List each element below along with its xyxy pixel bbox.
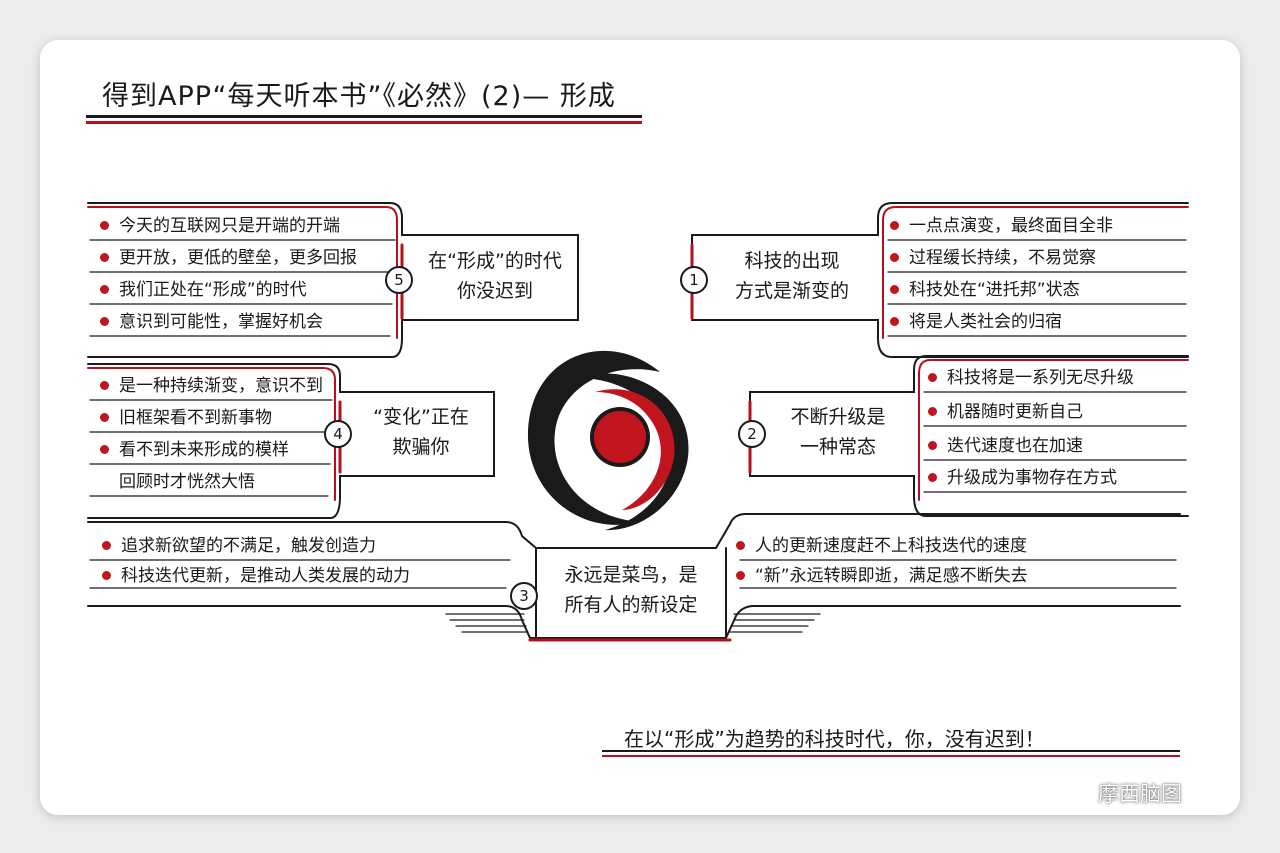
branch-5-item-1: 今天的互联网只是开端的开端 xyxy=(100,216,340,236)
bullet-dot xyxy=(890,252,899,262)
branch-5-heading-line-2: 你没迟到 xyxy=(456,280,533,302)
branch-4-heading-line-1: “变化”正在 xyxy=(373,406,469,428)
watermark-text: 摩西脑图 xyxy=(1098,782,1182,806)
bullet-dot xyxy=(890,220,899,230)
branch-2-heading-line-1: 不断升级是 xyxy=(790,406,886,428)
mindmap-card: 得到APP“每天听本书”《必然》(2)— 形成 5 在“形成”的时代 你没迟到 … xyxy=(40,40,1240,815)
bullet-dot xyxy=(928,372,937,382)
branch-4-item-4: 回顾时才恍然大悟 xyxy=(119,472,255,492)
branch-3-left-item-2: 科技迭代更新，是推动人类发展的动力 xyxy=(102,566,410,586)
branch-number-3: 3 xyxy=(510,582,538,610)
bullet-dot xyxy=(890,316,899,326)
branch-2-item-4: 升级成为事物存在方式 xyxy=(928,468,1117,488)
bullet-dot xyxy=(736,570,745,580)
bullet-dot xyxy=(890,284,899,294)
branch-3-heading: 永远是菜鸟，是 所有人的新设定 xyxy=(540,560,722,620)
branch-2-item-2: 机器随时更新自己 xyxy=(928,402,1083,422)
branch-5-item-3: 我们正处在“形成”的时代 xyxy=(100,280,307,300)
footer-underline xyxy=(602,750,1180,752)
center-emblem xyxy=(527,350,689,531)
branch-4-heading-line-2: 欺骗你 xyxy=(392,436,450,458)
bullet-dot xyxy=(102,540,111,550)
bullet-dot xyxy=(102,570,111,580)
footer-underline-red xyxy=(602,755,1180,757)
branch-5-item-2: 更开放，更低的壁垒，更多回报 xyxy=(100,248,357,268)
branch-1-heading-line-2: 方式是渐变的 xyxy=(734,280,849,302)
branch-2-item-3: 迭代速度也在加速 xyxy=(928,436,1083,456)
branch-4-item-1: 是一种持续渐变，意识不到 xyxy=(100,376,323,396)
branch-5-heading-line-1: 在“形成”的时代 xyxy=(428,250,562,272)
branch-number-2: 2 xyxy=(738,420,766,448)
branch-4-heading: “变化”正在 欺骗你 xyxy=(356,402,486,462)
bullet-dot xyxy=(928,406,937,416)
branch-5-item-4: 意识到可能性，掌握好机会 xyxy=(100,312,323,332)
footer-text: 在以“形成”为趋势的科技时代，你，没有迟到！ xyxy=(624,727,1045,751)
branch-1-heading: 科技的出现 方式是渐变的 xyxy=(712,246,872,306)
branch-3-right-item-1: 人的更新速度赶不上科技迭代的速度 xyxy=(736,536,1027,556)
bullet-dot xyxy=(736,540,745,550)
bullet-dot xyxy=(928,440,937,450)
branch-3-heading-line-1: 永远是菜鸟，是 xyxy=(564,564,698,586)
branch-1-heading-line-1: 科技的出现 xyxy=(744,250,840,272)
bullet-dot xyxy=(100,284,109,294)
branch-number-1: 1 xyxy=(680,266,708,294)
branch-5-heading: 在“形成”的时代 你没迟到 xyxy=(420,246,570,306)
branch-number-4: 4 xyxy=(324,420,352,448)
bullet-dot xyxy=(100,316,109,326)
wechat-icon xyxy=(1061,782,1092,805)
branch-3-left-item-1: 追求新欲望的不满足，触发创造力 xyxy=(102,536,376,556)
branch-1-item-4: 将是人类社会的归宿 xyxy=(890,312,1062,332)
bullet-dot xyxy=(100,380,109,390)
branch-4-item-2: 旧框架看不到新事物 xyxy=(100,408,272,428)
branch-4-item-3: 看不到未来形成的模样 xyxy=(100,440,289,460)
branch-1-item-3: 科技处在“进托邦”状态 xyxy=(890,280,1080,300)
bullet-dot xyxy=(100,252,109,262)
bullet-dot xyxy=(100,220,109,230)
branch-2-heading-line-2: 一种常态 xyxy=(799,436,876,458)
branch-number-5: 5 xyxy=(385,266,413,294)
bullet-dot xyxy=(928,472,937,482)
branch-3-right-item-2: “新”永远转瞬即逝，满足感不断失去 xyxy=(736,566,1028,586)
branch-2-item-1: 科技将是一系列无尽升级 xyxy=(928,368,1134,388)
branch-1-item-2: 过程缓长持续，不易觉察 xyxy=(890,248,1096,268)
bullet-dot xyxy=(100,412,109,422)
branch-2-heading: 不断升级是 一种常态 xyxy=(770,402,906,462)
branch-3-heading-line-2: 所有人的新设定 xyxy=(564,594,698,616)
bullet-dot xyxy=(100,444,109,454)
branch-1-item-1: 一点点演变，最终面目全非 xyxy=(890,216,1113,236)
